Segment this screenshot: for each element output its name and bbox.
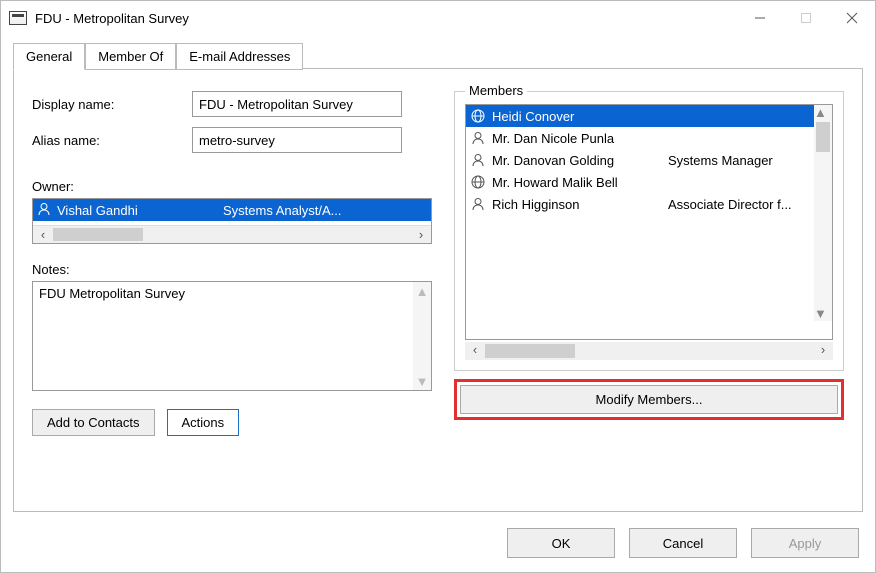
- tab-email-addresses[interactable]: E-mail Addresses: [176, 43, 303, 70]
- window-controls: [737, 1, 875, 35]
- modify-members-highlight: Modify Members...: [454, 379, 844, 420]
- notes-text: FDU Metropolitan Survey: [39, 286, 409, 386]
- person-icon: [470, 196, 486, 212]
- scroll-up-icon[interactable]: ▲: [814, 105, 832, 120]
- notes-vscrollbar[interactable]: ▲ ▼: [413, 282, 431, 390]
- owner-listbox[interactable]: Vishal Gandhi Systems Analyst/A... ‹ ›: [32, 198, 432, 244]
- globe-icon: [470, 108, 486, 124]
- modify-members-button[interactable]: Modify Members...: [460, 385, 838, 414]
- members-groupbox: Members Heidi ConoverMr. Dan Nicole Punl…: [454, 91, 844, 371]
- add-to-contacts-button[interactable]: Add to Contacts: [32, 409, 155, 436]
- notes-textarea[interactable]: FDU Metropolitan Survey ▲ ▼: [32, 281, 432, 391]
- scroll-left-icon[interactable]: ‹: [465, 342, 485, 360]
- close-button[interactable]: [829, 1, 875, 35]
- member-name: Heidi Conover: [492, 109, 662, 124]
- members-vscrollbar[interactable]: ▲ ▼: [814, 105, 832, 321]
- person-icon: [37, 202, 51, 219]
- ok-button[interactable]: OK: [507, 528, 615, 558]
- scroll-left-icon[interactable]: ‹: [33, 226, 53, 243]
- scroll-up-icon[interactable]: ▲: [413, 282, 431, 300]
- member-row[interactable]: Mr. Dan Nicole Punla: [466, 127, 832, 149]
- member-name: Mr. Dan Nicole Punla: [492, 131, 662, 146]
- owner-hscrollbar[interactable]: ‹ ›: [33, 225, 431, 243]
- properties-dialog: FDU - Metropolitan Survey General Member…: [0, 0, 876, 573]
- display-name-input[interactable]: [192, 91, 402, 117]
- owner-title: Systems Analyst/A...: [223, 203, 431, 218]
- tab-general[interactable]: General: [13, 43, 85, 70]
- alias-name-label: Alias name:: [32, 133, 192, 148]
- member-title: Systems Manager: [668, 153, 832, 168]
- alias-name-input[interactable]: [192, 127, 402, 153]
- member-name: Rich Higginson: [492, 197, 662, 212]
- owner-row[interactable]: Vishal Gandhi Systems Analyst/A...: [33, 199, 431, 221]
- apply-button: Apply: [751, 528, 859, 558]
- actions-button[interactable]: Actions: [167, 409, 240, 436]
- tab-row: General Member Of E-mail Addresses: [13, 41, 863, 69]
- scroll-right-icon[interactable]: ›: [813, 342, 833, 360]
- owner-name: Vishal Gandhi: [57, 203, 217, 218]
- person-icon: [470, 152, 486, 168]
- scroll-down-icon[interactable]: ▼: [413, 372, 431, 390]
- member-row[interactable]: Mr. Howard Malik Bell: [466, 171, 832, 193]
- scroll-down-icon[interactable]: ▼: [814, 306, 832, 321]
- member-row[interactable]: Heidi Conover: [466, 105, 832, 127]
- window-title: FDU - Metropolitan Survey: [35, 11, 737, 26]
- display-name-label: Display name:: [32, 97, 192, 112]
- member-title: Associate Director f...: [668, 197, 832, 212]
- minimize-button[interactable]: [737, 1, 783, 35]
- globe-icon: [470, 174, 486, 190]
- members-hscrollbar[interactable]: ‹ ›: [465, 342, 833, 360]
- members-group-title: Members: [465, 83, 527, 98]
- person-icon: [470, 130, 486, 146]
- app-icon: [9, 11, 27, 25]
- tab-panel-general: Display name: Alias name: Owner:: [13, 68, 863, 512]
- titlebar: FDU - Metropolitan Survey: [1, 1, 875, 35]
- members-listbox[interactable]: Heidi Conover Mr. Dan Nicole Punla Mr. Dan…: [465, 104, 833, 340]
- dialog-button-row: OK Cancel Apply: [507, 528, 859, 558]
- member-name: Mr. Howard Malik Bell: [492, 175, 662, 190]
- cancel-button[interactable]: Cancel: [629, 528, 737, 558]
- member-name: Mr. Danovan Golding: [492, 153, 662, 168]
- tab-member-of[interactable]: Member Of: [85, 43, 176, 70]
- member-row[interactable]: Rich Higginson Associate Director f...: [466, 193, 832, 215]
- member-row[interactable]: Mr. Danovan Golding Systems Manager: [466, 149, 832, 171]
- notes-label: Notes:: [32, 262, 432, 277]
- maximize-button: [783, 1, 829, 35]
- owner-label: Owner:: [32, 179, 432, 194]
- scroll-right-icon[interactable]: ›: [411, 226, 431, 243]
